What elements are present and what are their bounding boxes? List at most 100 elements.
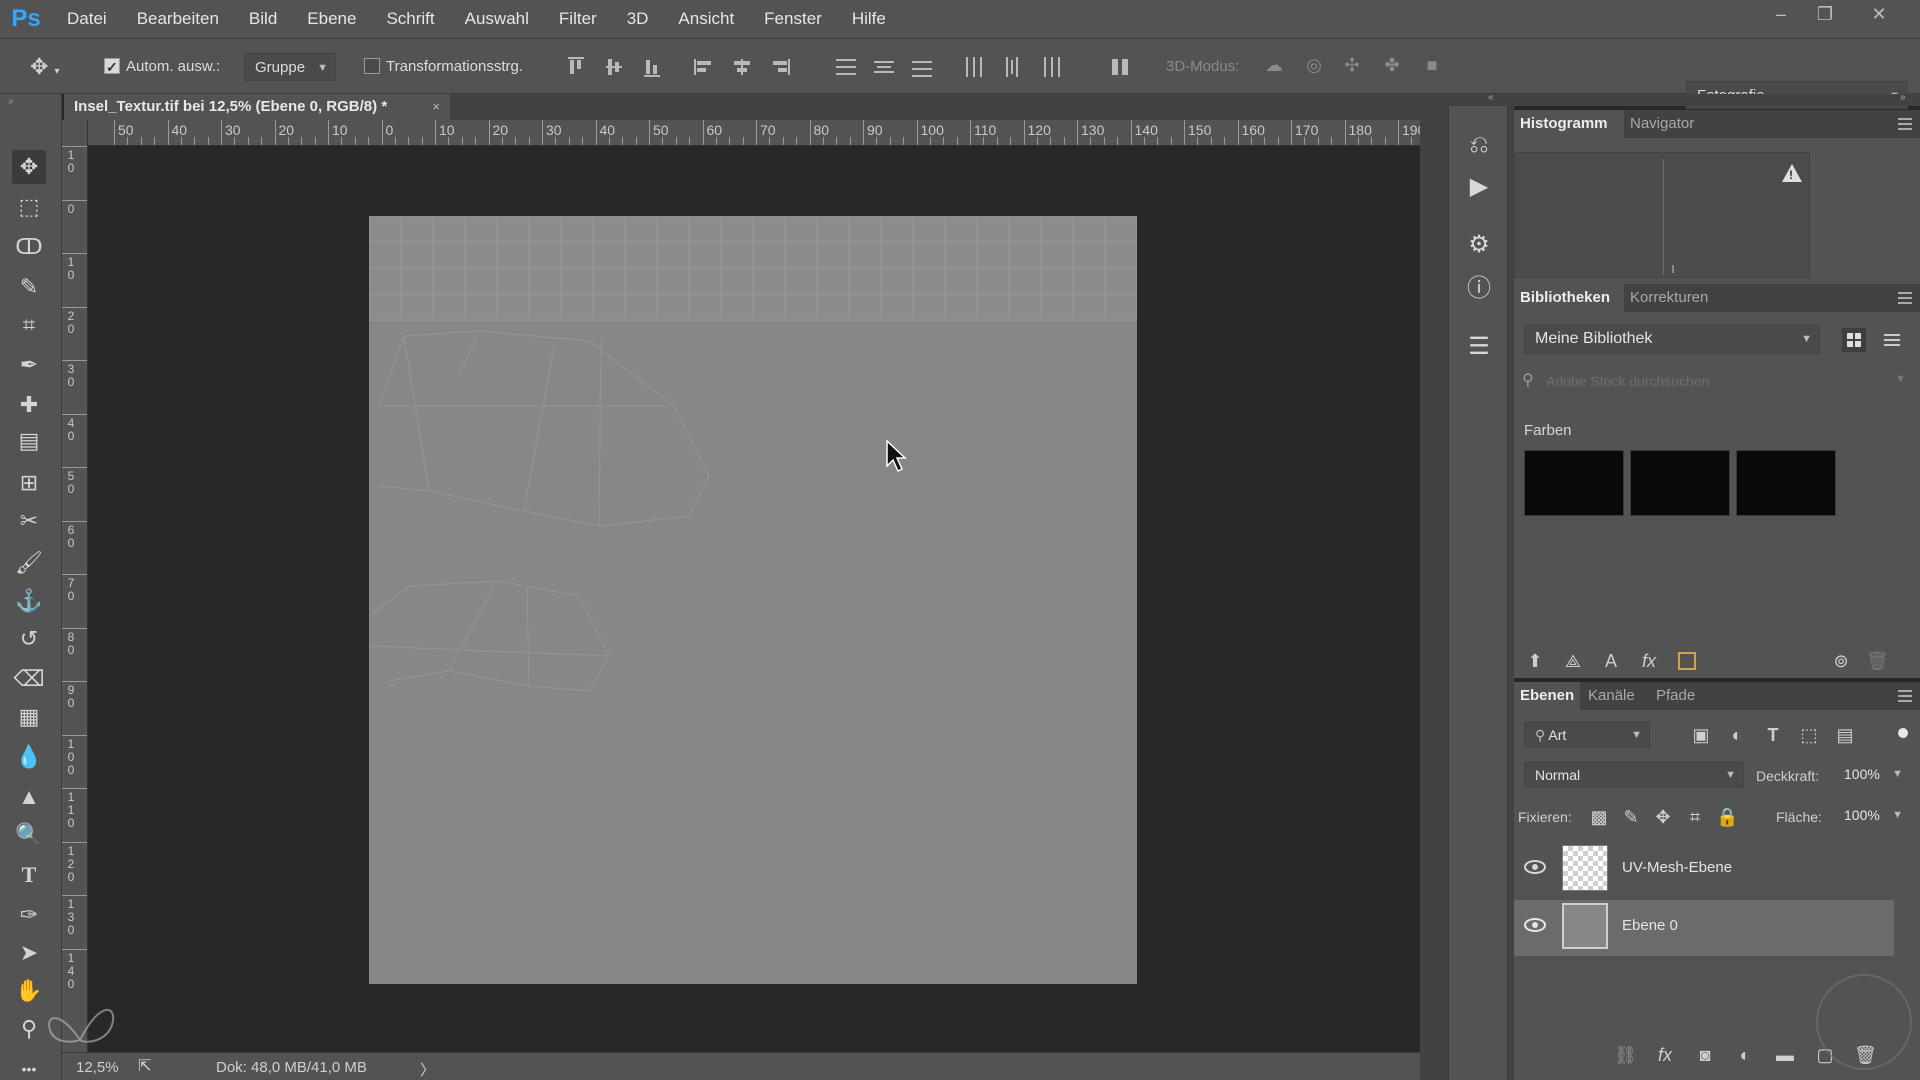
tab-bibliotheken[interactable]: Bibliotheken bbox=[1514, 284, 1624, 312]
menu-auswahl[interactable]: Auswahl bbox=[450, 0, 544, 38]
align-hcenter-icon[interactable] bbox=[732, 57, 752, 77]
eye-icon[interactable] bbox=[1524, 918, 1546, 932]
menu-ansicht[interactable]: Ansicht bbox=[663, 0, 749, 38]
auto-align-icon[interactable] bbox=[1110, 57, 1130, 77]
tab-navigator[interactable]: Navigator bbox=[1624, 110, 1700, 138]
menu-hilfe[interactable]: Hilfe bbox=[837, 0, 901, 38]
tab-ebenen[interactable]: Ebenen bbox=[1514, 682, 1580, 710]
layer-name[interactable]: UV-Mesh-Ebene bbox=[1622, 859, 1732, 876]
layer-name[interactable]: Ebene 0 bbox=[1622, 917, 1678, 934]
transform-controls-checkbox[interactable]: Transformationsstrg. bbox=[364, 53, 523, 81]
color-swatch[interactable] bbox=[1524, 450, 1624, 516]
add-layer-style-icon[interactable]: fx bbox=[1638, 650, 1660, 672]
clone-stamp-tool[interactable]: ⚓ bbox=[12, 584, 46, 618]
menu-3d[interactable]: 3D bbox=[612, 0, 664, 38]
info-icon[interactable]: ⓘ bbox=[1464, 274, 1494, 304]
color-swatch[interactable] bbox=[1736, 450, 1836, 516]
fill-field[interactable]: 100% ▼ bbox=[1834, 803, 1910, 829]
gradient-tool[interactable]: ▦ bbox=[12, 700, 46, 734]
3d-camera-icon[interactable]: ■ bbox=[1420, 55, 1444, 79]
filter-type-icon[interactable]: T bbox=[1762, 724, 1784, 746]
move-tool-preset-icon[interactable]: ✥ ▾ bbox=[30, 53, 60, 81]
close-tab-icon[interactable]: × bbox=[432, 94, 440, 120]
trash-icon[interactable]: 🗑 bbox=[1866, 650, 1889, 672]
distribute-bottom-icon[interactable] bbox=[912, 57, 932, 77]
layer-row-ebene-0[interactable]: Ebene 0 bbox=[1514, 900, 1894, 956]
panel-menu-icon[interactable] bbox=[1898, 118, 1912, 130]
filter-toggle[interactable] bbox=[1898, 728, 1908, 738]
tab-histogramm[interactable]: Histogramm bbox=[1514, 110, 1624, 138]
patch-tool[interactable]: ▤ bbox=[12, 424, 46, 458]
eraser-tool[interactable]: ⌫ bbox=[12, 662, 46, 696]
brush-tool[interactable]: 🖌 bbox=[12, 546, 46, 580]
align-top-icon[interactable] bbox=[566, 57, 586, 77]
sync-icon[interactable]: ⊚ bbox=[1830, 650, 1852, 672]
3d-orbit-icon[interactable]: ☁ bbox=[1262, 55, 1286, 79]
document-size-info[interactable]: Dok: 48,0 MB/41,0 MB bbox=[216, 1059, 367, 1076]
filter-pixel-icon[interactable]: ▣ bbox=[1690, 724, 1712, 746]
filter-shape-icon[interactable]: ⬚ bbox=[1798, 724, 1820, 746]
distribute-top-icon[interactable] bbox=[836, 57, 856, 77]
panel-menu-icon[interactable] bbox=[1898, 690, 1912, 702]
stock-search-field[interactable]: ⚲ Adobe Stock durchsuchen ▼ bbox=[1520, 366, 1910, 396]
panel-menu-icon[interactable] bbox=[1898, 292, 1912, 304]
library-dropdown[interactable]: Meine Bibliothek ▼ bbox=[1524, 324, 1820, 354]
content-aware-move-tool[interactable]: ⊞ bbox=[12, 466, 46, 500]
blur-tool[interactable]: 💧 bbox=[12, 740, 46, 774]
new-group-icon[interactable]: ▬ bbox=[1774, 1044, 1796, 1066]
canvas-area[interactable] bbox=[88, 147, 1420, 1052]
add-mask-icon[interactable]: ◙ bbox=[1694, 1044, 1716, 1066]
distribute-left-icon[interactable] bbox=[964, 57, 984, 77]
minimize-button[interactable]: – bbox=[1760, 0, 1802, 30]
lock-position-icon[interactable]: ✥ bbox=[1652, 806, 1674, 828]
chevron-down-icon[interactable]: ▼ bbox=[1895, 373, 1906, 385]
menu-schrift[interactable]: Schrift bbox=[371, 0, 449, 38]
layer-style-icon[interactable]: fx bbox=[1654, 1044, 1676, 1066]
add-character-style-icon[interactable]: A bbox=[1600, 650, 1622, 672]
puppet-warp-tool[interactable]: ✂ bbox=[12, 504, 46, 538]
tab-korrekturen[interactable]: Korrekturen bbox=[1624, 284, 1714, 312]
path-select-tool[interactable]: ➤ bbox=[12, 936, 46, 970]
collapse-dock-icon[interactable]: « bbox=[1488, 92, 1494, 103]
document-tab[interactable]: Insel_Textur.tif bei 12,5% (Ebene 0, RGB… bbox=[64, 94, 450, 120]
blend-mode-dropdown[interactable]: Normal ▼ bbox=[1524, 762, 1744, 788]
type-tool[interactable]: T bbox=[12, 858, 46, 892]
menu-datei[interactable]: Datei bbox=[52, 0, 122, 38]
link-layers-icon[interactable]: ⛓ bbox=[1614, 1044, 1637, 1066]
lock-transparency-icon[interactable]: ▩ bbox=[1588, 806, 1610, 828]
auto-select-checkbox[interactable]: Autom. ausw.: bbox=[104, 53, 220, 81]
menu-bild[interactable]: Bild bbox=[234, 0, 292, 38]
grid-view-icon[interactable] bbox=[1842, 328, 1866, 352]
history-brush-tool[interactable]: ↺ bbox=[12, 622, 46, 656]
tab-kanaele[interactable]: Kanäle bbox=[1582, 682, 1641, 710]
transform-check-icon[interactable] bbox=[364, 58, 380, 75]
restore-button[interactable]: ❐ bbox=[1804, 0, 1846, 30]
export-icon[interactable]: ⇱ bbox=[138, 1056, 151, 1076]
auto-select-check-icon[interactable] bbox=[104, 53, 120, 81]
marquee-tool[interactable]: ⬚ bbox=[12, 190, 46, 224]
properties-icon[interactable]: ⚙ bbox=[1464, 230, 1494, 260]
collapse-arrows-icon[interactable]: » bbox=[8, 96, 14, 107]
auto-select-target-dropdown[interactable]: Gruppe ▼ bbox=[244, 53, 336, 81]
3d-pan-icon[interactable]: ✣ bbox=[1340, 55, 1364, 79]
sharpen-tool[interactable]: ▲ bbox=[12, 780, 46, 814]
lock-image-icon[interactable]: ✎ bbox=[1620, 806, 1642, 828]
pen-tool[interactable]: ✑ bbox=[12, 898, 46, 932]
menu-ebene[interactable]: Ebene bbox=[292, 0, 371, 38]
tab-pfade[interactable]: Pfade bbox=[1650, 682, 1701, 710]
close-window-button[interactable]: ✕ bbox=[1858, 0, 1900, 30]
distribute-hcenter-icon[interactable] bbox=[1002, 57, 1022, 77]
vertical-ruler[interactable]: 1 0 0 1 0 2 0 3 0 4 0 5 0 6 0 7 0 8 0 9 0 1 0 0 1 1 … bbox=[62, 120, 88, 1052]
document-canvas[interactable] bbox=[369, 216, 1137, 984]
expand-panels-icon[interactable]: » bbox=[1900, 92, 1906, 103]
3d-slide-icon[interactable]: ✤ bbox=[1380, 55, 1404, 79]
lock-artboard-icon[interactable]: ⌗ bbox=[1684, 806, 1706, 828]
color-swatch[interactable] bbox=[1630, 450, 1730, 516]
horizontal-ruler[interactable]: 50 40 30 20 10 0 10 20 30 40 50 60 70 80 90 100 110 120 13… bbox=[88, 120, 1420, 146]
distribute-right-icon[interactable] bbox=[1040, 57, 1060, 77]
align-right-icon[interactable] bbox=[770, 57, 790, 77]
more-tools[interactable]: ••• bbox=[12, 1052, 46, 1080]
align-left-icon[interactable] bbox=[694, 57, 714, 77]
layer-row-uv-mesh[interactable]: UV-Mesh-Ebene bbox=[1514, 842, 1894, 898]
layer-filter-dropdown[interactable]: ⚲ Art ▼ bbox=[1524, 722, 1650, 748]
